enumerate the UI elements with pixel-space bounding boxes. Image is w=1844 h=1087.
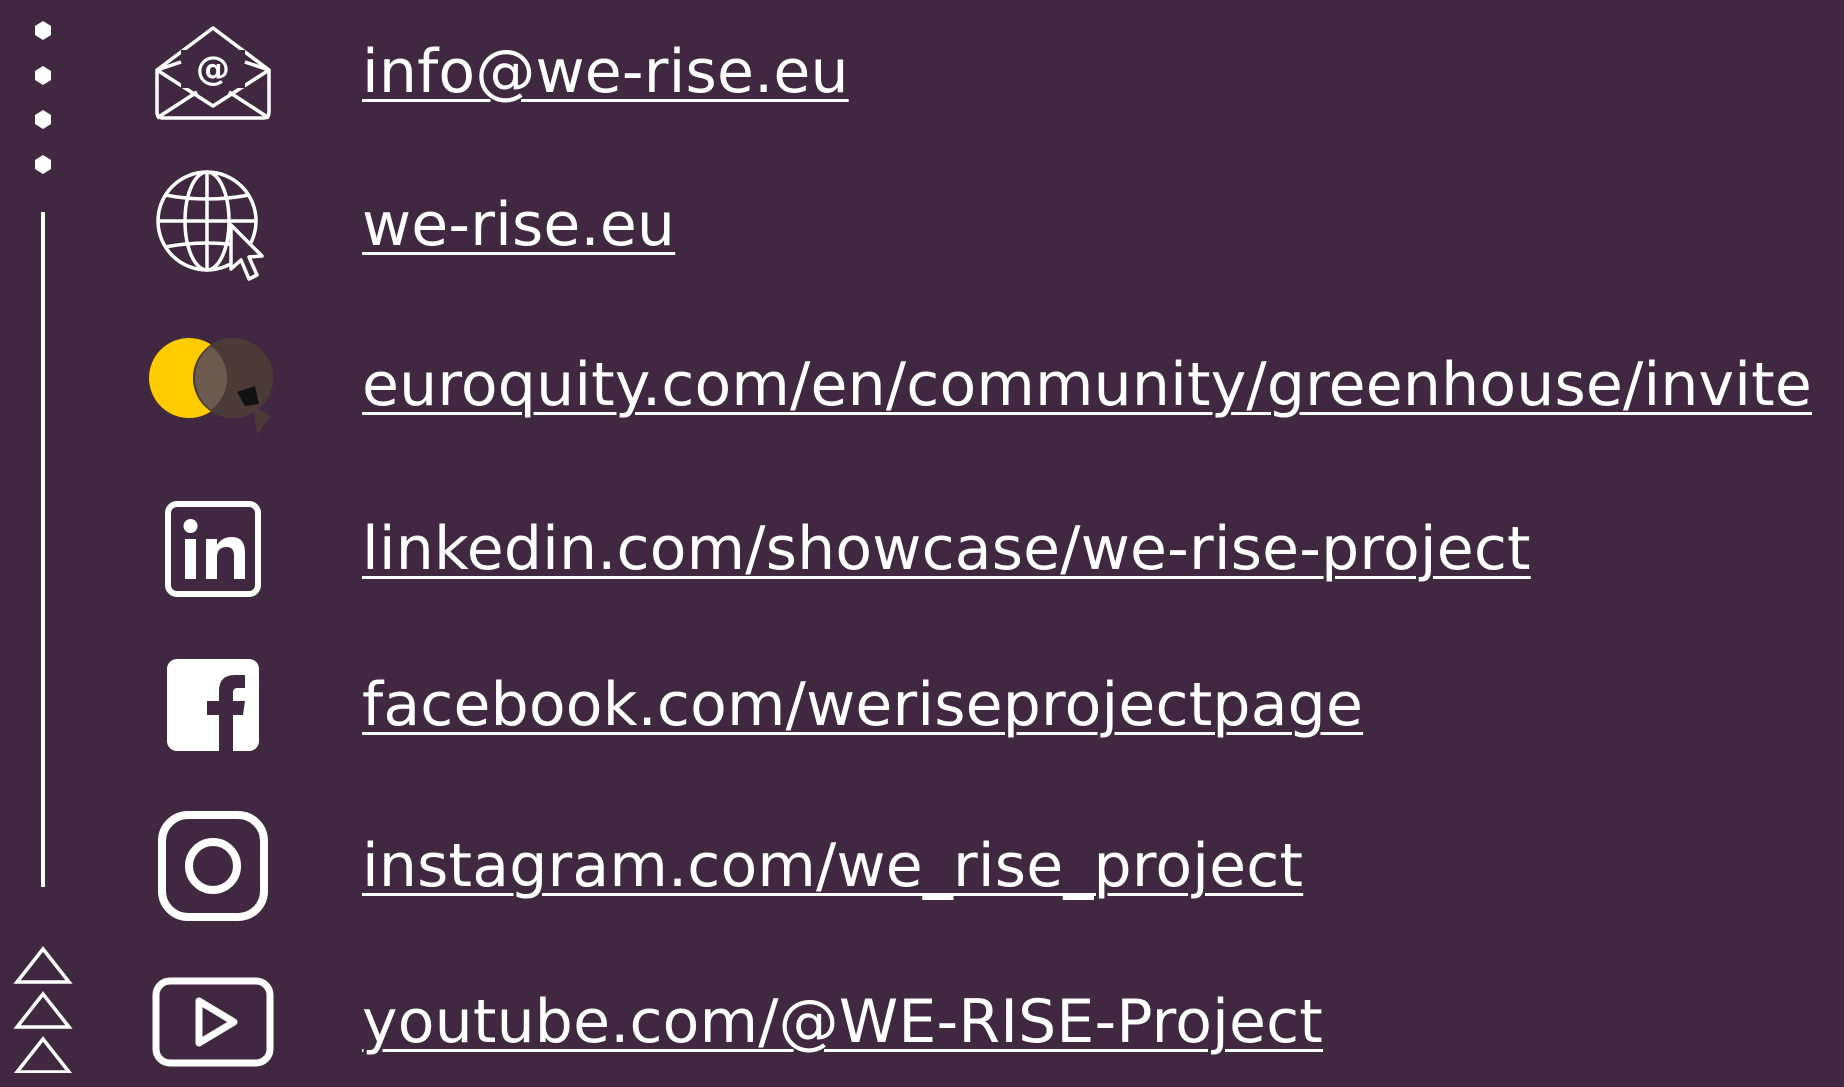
dot [35, 110, 51, 129]
email-icon: @ [140, 7, 286, 137]
euroquity-icon [140, 320, 286, 450]
contact-row-facebook: facebook.com/weriseprojectpage [140, 640, 1363, 770]
contact-row-linkedin: linkedin.com/showcase/we-rise-project [140, 484, 1531, 614]
linkedin-icon [140, 484, 286, 614]
linkedin-link[interactable]: linkedin.com/showcase/we-rise-project [362, 519, 1531, 579]
contact-row-youtube: youtube.com/@WE-RISE-Project [140, 957, 1323, 1087]
dot-column [35, 21, 51, 174]
triangle [13, 946, 73, 984]
dot [35, 66, 51, 85]
instagram-icon [140, 801, 286, 931]
svg-text:@: @ [196, 49, 230, 89]
contact-row-euroquity: euroquity.com/en/community/greenhouse/in… [140, 320, 1812, 450]
website-link[interactable]: we-rise.eu [362, 195, 675, 255]
triangle [13, 1036, 73, 1073]
contact-row-website: we-rise.eu [140, 160, 675, 290]
facebook-icon [140, 640, 286, 770]
website-globe-icon [140, 160, 286, 290]
dot [35, 155, 51, 174]
euroquity-link[interactable]: euroquity.com/en/community/greenhouse/in… [362, 355, 1812, 415]
facebook-link[interactable]: facebook.com/weriseprojectpage [362, 675, 1363, 735]
contact-row-instagram: instagram.com/we_rise_project [140, 801, 1303, 931]
youtube-icon [140, 957, 286, 1087]
email-link[interactable]: info@we-rise.eu [362, 42, 849, 102]
triangle-stack [13, 946, 73, 1073]
instagram-link[interactable]: instagram.com/we_rise_project [362, 836, 1303, 896]
dot [35, 21, 51, 40]
triangle [13, 991, 73, 1029]
decorative-sidebar [13, 21, 73, 1073]
youtube-link[interactable]: youtube.com/@WE-RISE-Project [362, 992, 1323, 1052]
contact-row-email: @ info@we-rise.eu [140, 7, 849, 137]
